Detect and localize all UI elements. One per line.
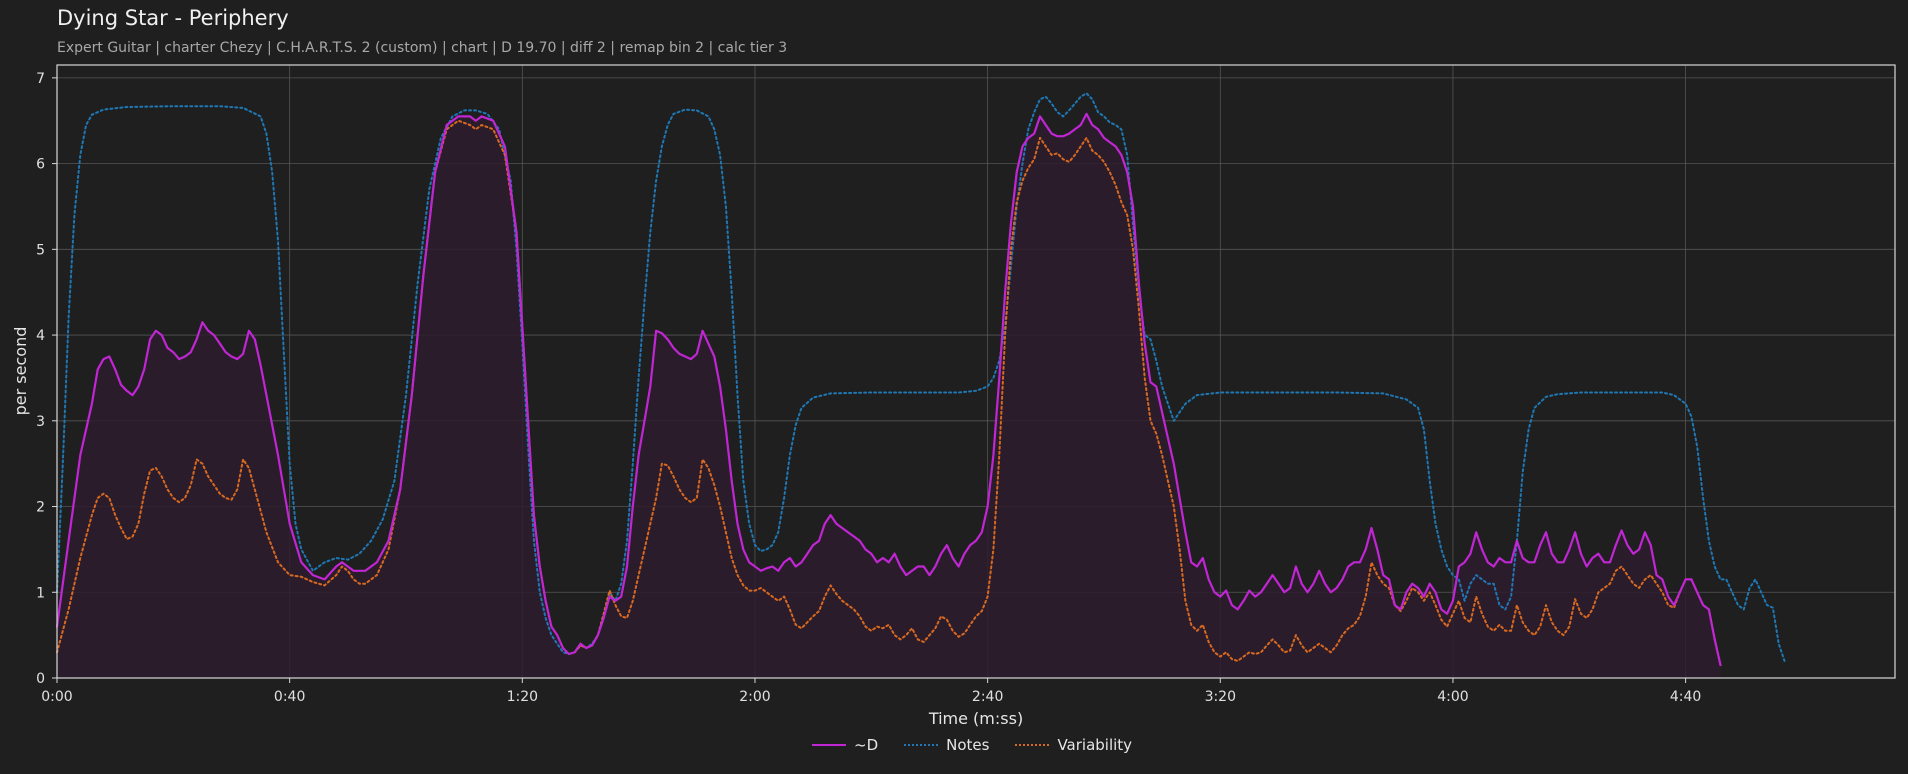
y-tick-label: 4	[36, 328, 45, 344]
x-tick-label: 3:20	[1205, 689, 1236, 705]
legend-swatch-notes	[904, 744, 939, 746]
y-tick-label: 7	[36, 71, 45, 87]
x-axis-label: Time (m:ss)	[928, 709, 1023, 728]
y-tick-label: 0	[36, 671, 45, 687]
x-tick-label: 2:00	[739, 689, 770, 705]
x-tick-label: 4:40	[1670, 689, 1701, 705]
x-tick-label: 2:40	[972, 689, 1003, 705]
legend-item-d: ~D	[812, 736, 878, 754]
x-tick-label: 4:00	[1437, 689, 1468, 705]
legend-label-variability: Variability	[1057, 736, 1133, 754]
y-tick-label: 2	[36, 500, 45, 516]
x-tick-label: 0:00	[41, 689, 72, 705]
y-tick-label: 5	[36, 242, 45, 258]
legend: ~D Notes Variability	[812, 736, 1132, 754]
x-tick-label: 1:20	[507, 689, 538, 705]
y-tick-label: 3	[36, 414, 45, 430]
x-tick-label: 0:40	[274, 689, 305, 705]
legend-swatch-variability	[1015, 744, 1050, 746]
legend-item-notes: Notes	[904, 736, 989, 754]
legend-item-variability: Variability	[1015, 736, 1132, 754]
legend-label-d: ~D	[854, 736, 879, 754]
y-tick-label: 1	[36, 585, 45, 601]
legend-label-notes: Notes	[946, 736, 990, 754]
chart-canvas: 0:00 0:40 1:20 2:00 2:40 3:20 4:00 4:40 0 1 2 3 4 5 6 7…	[11, 64, 1896, 728]
legend-swatch-d	[812, 744, 846, 746]
y-axis-label: per second	[11, 327, 30, 416]
y-tick-label: 6	[36, 157, 45, 173]
